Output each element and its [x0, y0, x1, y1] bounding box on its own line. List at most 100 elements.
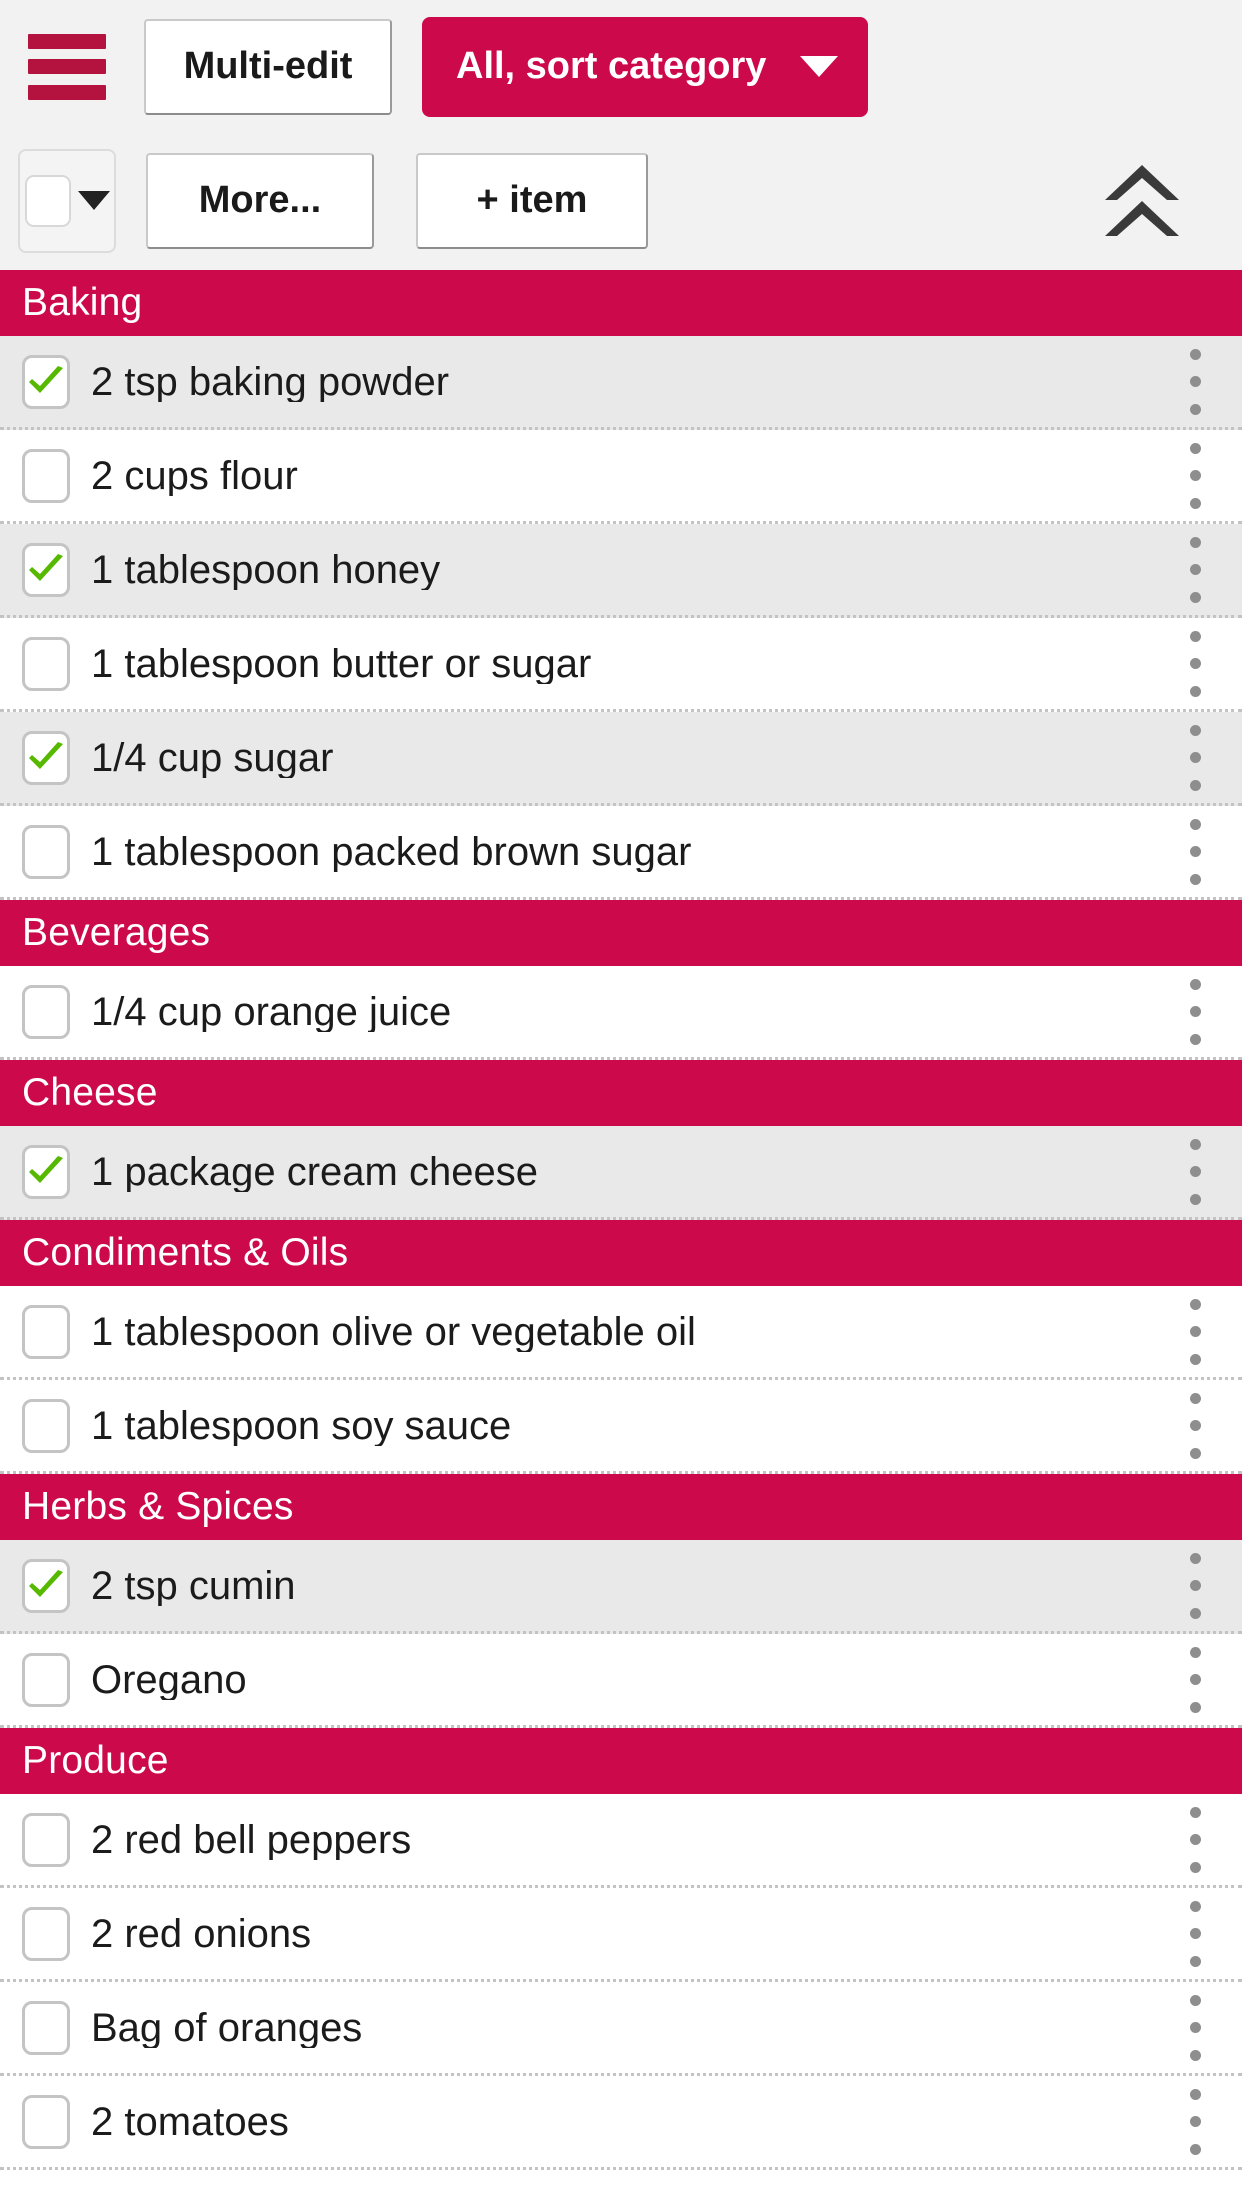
kebab-dot — [1189, 779, 1201, 791]
kebab-dot — [1189, 2049, 1201, 2061]
list-item[interactable]: 1 tablespoon olive or vegetable oil — [0, 1286, 1242, 1380]
item-overflow-menu-icon[interactable] — [1188, 1646, 1202, 1713]
list-item-label: 2 tsp cumin — [91, 1565, 296, 1606]
select-all-checkbox[interactable] — [24, 174, 71, 227]
list-item-label: Oregano — [91, 1659, 247, 1700]
kebab-dot — [1189, 403, 1201, 415]
item-overflow-menu-icon[interactable] — [1188, 724, 1202, 791]
item-overflow-menu-icon[interactable] — [1188, 1994, 1202, 2061]
kebab-dot — [1189, 1580, 1201, 1591]
kebab-dot — [1189, 1392, 1201, 1404]
kebab-dot — [1189, 1900, 1201, 1912]
checkbox-unchecked-icon[interactable] — [22, 448, 70, 503]
checkbox-unchecked-icon[interactable] — [22, 1812, 70, 1867]
checkbox-checked-icon[interactable] — [22, 542, 70, 597]
checkbox-checked-icon[interactable] — [22, 1558, 70, 1613]
list-item-label: 1 package cream cheese — [91, 1151, 538, 1192]
kebab-dot — [1189, 1607, 1201, 1619]
category-header[interactable]: Baking — [0, 270, 1242, 336]
sort-mode-label: All, sort category — [456, 45, 767, 87]
item-overflow-menu-icon[interactable] — [1188, 1298, 1202, 1365]
kebab-dot — [1189, 1353, 1201, 1365]
kebab-dot — [1189, 1834, 1201, 1845]
list-item-label: Bag of oranges — [91, 2007, 363, 2048]
kebab-dot — [1189, 1701, 1201, 1713]
list-item[interactable]: 2 tsp baking powder — [0, 336, 1242, 430]
kebab-dot — [1189, 1326, 1201, 1337]
kebab-dot — [1189, 2022, 1201, 2033]
multi-edit-button[interactable]: Multi-edit — [144, 18, 392, 115]
hamburger-bar — [28, 84, 106, 100]
item-overflow-menu-icon[interactable] — [1188, 442, 1202, 509]
kebab-dot — [1189, 978, 1201, 990]
kebab-dot — [1189, 1006, 1201, 1017]
kebab-dot — [1189, 658, 1201, 669]
select-all-dropdown[interactable] — [18, 148, 116, 253]
list-item[interactable]: 1 tablespoon packed brown sugar — [0, 806, 1242, 900]
item-overflow-menu-icon[interactable] — [1188, 630, 1202, 697]
kebab-dot — [1189, 442, 1201, 454]
checkbox-unchecked-icon[interactable] — [22, 2094, 70, 2149]
hamburger-menu-icon[interactable] — [28, 33, 106, 100]
list-item-label: 1/4 cup orange juice — [91, 991, 452, 1032]
checkbox-unchecked-icon[interactable] — [22, 1398, 70, 1453]
kebab-dot — [1189, 685, 1201, 697]
kebab-dot — [1189, 1033, 1201, 1045]
double-chevron-up-icon[interactable] — [1094, 153, 1190, 249]
list-item[interactable]: 1 tablespoon butter or sugar — [0, 618, 1242, 712]
list-item[interactable]: 1/4 cup sugar — [0, 712, 1242, 806]
checkbox-unchecked-icon[interactable] — [22, 2000, 70, 2055]
kebab-dot — [1189, 470, 1201, 481]
list-item[interactable]: 2 tsp cumin — [0, 1540, 1242, 1634]
list-item[interactable]: 2 red bell peppers — [0, 1794, 1242, 1888]
item-overflow-menu-icon[interactable] — [1188, 2088, 1202, 2155]
category-header[interactable]: Beverages — [0, 900, 1242, 966]
kebab-dot — [1189, 2116, 1201, 2127]
item-overflow-menu-icon[interactable] — [1188, 1900, 1202, 1967]
add-item-button[interactable]: + item — [416, 152, 648, 249]
kebab-dot — [1189, 1646, 1201, 1658]
category-header[interactable]: Cheese — [0, 1060, 1242, 1126]
kebab-dot — [1189, 873, 1201, 885]
checkbox-unchecked-icon[interactable] — [22, 824, 70, 879]
checkbox-unchecked-icon[interactable] — [22, 1906, 70, 1961]
list-item[interactable]: 2 red onions — [0, 1888, 1242, 1982]
list-item[interactable]: 2 tomatoes — [0, 2076, 1242, 2170]
checkbox-unchecked-icon[interactable] — [22, 1304, 70, 1359]
checkbox-checked-icon[interactable] — [22, 1144, 70, 1199]
item-overflow-menu-icon[interactable] — [1188, 1552, 1202, 1619]
kebab-dot — [1189, 1955, 1201, 1967]
item-overflow-menu-icon[interactable] — [1188, 348, 1202, 415]
item-overflow-menu-icon[interactable] — [1188, 1138, 1202, 1205]
list-item[interactable]: 1 tablespoon honey — [0, 524, 1242, 618]
kebab-dot — [1189, 818, 1201, 830]
list-item[interactable]: 1 package cream cheese — [0, 1126, 1242, 1220]
item-overflow-menu-icon[interactable] — [1188, 818, 1202, 885]
checkbox-checked-icon[interactable] — [22, 354, 70, 409]
sort-mode-button[interactable]: All, sort category — [422, 16, 869, 117]
kebab-dot — [1189, 1166, 1201, 1177]
item-overflow-menu-icon[interactable] — [1188, 1392, 1202, 1459]
list-item[interactable]: 1/4 cup orange juice — [0, 966, 1242, 1060]
list-item[interactable]: 1 tablespoon soy sauce — [0, 1380, 1242, 1474]
kebab-dot — [1189, 497, 1201, 509]
checkbox-checked-icon[interactable] — [22, 730, 70, 785]
checkbox-unchecked-icon[interactable] — [22, 984, 70, 1039]
category-header[interactable]: Produce — [0, 1728, 1242, 1794]
list-item[interactable]: Oregano — [0, 1634, 1242, 1728]
category-header[interactable]: Herbs & Spices — [0, 1474, 1242, 1540]
kebab-dot — [1189, 752, 1201, 763]
kebab-dot — [1189, 1674, 1201, 1685]
kebab-dot — [1189, 536, 1201, 548]
list-item[interactable]: Bag of oranges — [0, 1982, 1242, 2076]
more-button[interactable]: More... — [146, 152, 374, 249]
checkbox-unchecked-icon[interactable] — [22, 636, 70, 691]
list-item-label: 2 tsp baking powder — [91, 361, 450, 402]
item-overflow-menu-icon[interactable] — [1188, 1806, 1202, 1873]
item-overflow-menu-icon[interactable] — [1188, 536, 1202, 603]
checkbox-unchecked-icon[interactable] — [22, 1652, 70, 1707]
category-header[interactable]: Condiments & Oils — [0, 1220, 1242, 1286]
kebab-dot — [1189, 591, 1201, 603]
list-item[interactable]: 2 cups flour — [0, 430, 1242, 524]
item-overflow-menu-icon[interactable] — [1188, 978, 1202, 1045]
